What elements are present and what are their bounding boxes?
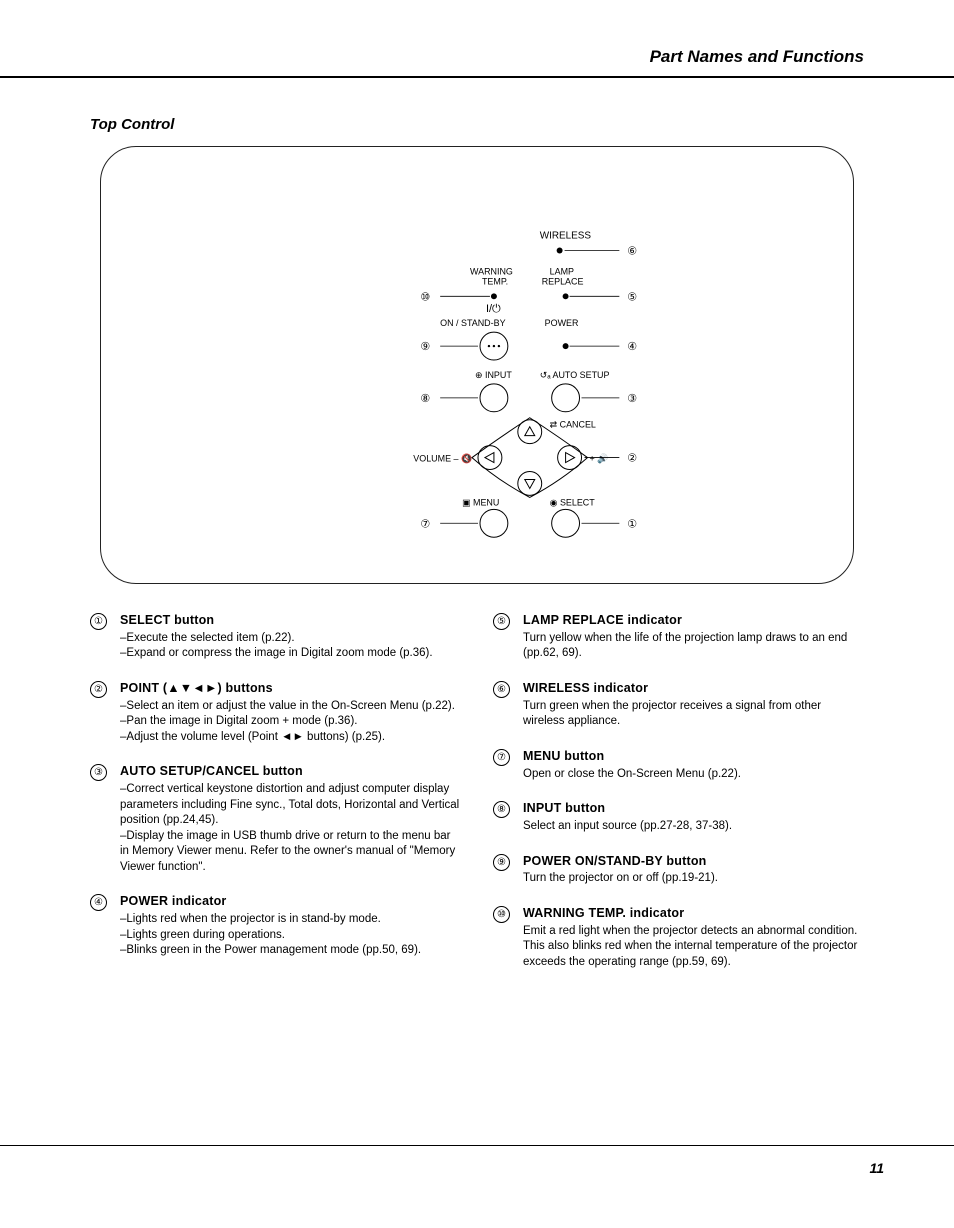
- btn-select: [552, 509, 580, 537]
- svg-text:②: ②: [627, 453, 637, 465]
- label-select: ◉ SELECT: [550, 497, 596, 507]
- bullet-1: ①: [90, 613, 107, 630]
- svg-text:①: ①: [627, 518, 637, 530]
- title-3: AUTO SETUP/CANCEL button: [120, 763, 461, 780]
- title-5: LAMP REPLACE indicator: [523, 612, 864, 629]
- arrow-up-icon: [525, 427, 535, 436]
- svg-text:⑦: ⑦: [420, 518, 430, 530]
- btn-input: [480, 384, 508, 412]
- title-4: POWER indicator: [120, 893, 461, 910]
- header-band: Part Names and Functions: [0, 38, 954, 78]
- title-9: POWER ON/STAND-BY button: [523, 853, 864, 870]
- item-8: ⑧ INPUT button Select an input source (p…: [493, 800, 864, 834]
- label-cancel: ⇄ CANCEL: [550, 420, 596, 430]
- item-4: ④ POWER indicator –Lights red when the p…: [90, 893, 461, 958]
- desc-3: –Correct vertical keystone distortion an…: [120, 782, 461, 875]
- btn-autosetup: [552, 384, 580, 412]
- bullet-8: ⑧: [493, 801, 510, 818]
- desc-5: Turn yellow when the life of the project…: [523, 631, 864, 662]
- svg-text:④: ④: [627, 341, 637, 353]
- item-6: ⑥ WIRELESS indicator Turn green when the…: [493, 680, 864, 730]
- desc-10: Emit a red light when the projector dete…: [523, 924, 864, 971]
- svg-text:⑩: ⑩: [420, 291, 430, 303]
- dot-wireless: [557, 248, 563, 254]
- label-warning: WARNING: [470, 266, 513, 276]
- label-onstandby: ON / STAND-BY: [440, 318, 505, 328]
- svg-text:⑨: ⑨: [420, 341, 430, 353]
- bullet-2: ②: [90, 681, 107, 698]
- description-columns: ① SELECT button –Execute the selected it…: [90, 612, 864, 988]
- page-number: 11: [869, 1159, 884, 1178]
- label-power: POWER: [545, 318, 579, 328]
- item-9: ⑨ POWER ON/STAND-BY button Turn the proj…: [493, 853, 864, 887]
- svg-text:I/⏻: I/⏻: [486, 303, 501, 315]
- btn-menu: [480, 509, 508, 537]
- label-lamp: LAMP: [550, 266, 574, 276]
- diagram-svg: WIRELESS WARNING TEMP. LAMP REPLACE I/⏻ …: [101, 147, 853, 583]
- item-3: ③ AUTO SETUP/CANCEL button –Correct vert…: [90, 763, 461, 875]
- desc-4: –Lights red when the projector is in sta…: [120, 912, 461, 959]
- section-title: Top Control: [90, 115, 174, 135]
- header-category: Part Names and Functions: [650, 46, 864, 69]
- callout-lines: [440, 251, 619, 524]
- dot-power: [563, 343, 569, 349]
- title-6: WIRELESS indicator: [523, 680, 864, 697]
- desc-6: Turn green when the projector receives a…: [523, 699, 864, 730]
- bullet-3: ③: [90, 764, 107, 781]
- bullet-5: ⑤: [493, 613, 510, 630]
- desc-2: –Select an item or adjust the value in t…: [120, 699, 461, 746]
- left-column: ① SELECT button –Execute the selected it…: [90, 612, 461, 988]
- title-10: WARNING TEMP. indicator: [523, 905, 864, 922]
- item-5: ⑤ LAMP REPLACE indicator Turn yellow whe…: [493, 612, 864, 662]
- dot-lamp: [563, 293, 569, 299]
- svg-text:③: ③: [627, 393, 637, 405]
- item-2: ② POINT (▲▼◄►) buttons –Select an item o…: [90, 680, 461, 745]
- footer-rule: [0, 1145, 954, 1146]
- label-input: ⊕ INPUT: [475, 370, 512, 380]
- arrow-right-icon: [566, 453, 575, 463]
- svg-text:⑥: ⑥: [627, 246, 637, 258]
- arrow-down-icon: [525, 479, 535, 488]
- svg-text:⑤: ⑤: [627, 291, 637, 303]
- svg-text:TEMP.: TEMP.: [482, 276, 508, 286]
- desc-7: Open or close the On-Screen Menu (p.22).: [523, 767, 864, 783]
- page: Part Names and Functions Top Control WIR…: [0, 0, 954, 1228]
- bullet-6: ⑥: [493, 681, 510, 698]
- right-column: ⑤ LAMP REPLACE indicator Turn yellow whe…: [493, 612, 864, 988]
- title-1: SELECT button: [120, 612, 461, 629]
- bullet-9: ⑨: [493, 854, 510, 871]
- desc-8: Select an input source (pp.27-28, 37-38)…: [523, 819, 864, 835]
- label-volume-plus: + 🔊: [589, 453, 608, 465]
- desc-9: Turn the projector on or off (pp.19-21).: [523, 871, 864, 887]
- label-autosetup: ↺ₐ AUTO SETUP: [540, 370, 610, 380]
- item-7: ⑦ MENU button Open or close the On-Scree…: [493, 748, 864, 782]
- desc-1: –Execute the selected item (p.22).–Expan…: [120, 631, 461, 662]
- title-7: MENU button: [523, 748, 864, 765]
- bullet-7: ⑦: [493, 749, 510, 766]
- arrow-left-icon: [485, 453, 494, 463]
- control-panel-diagram: WIRELESS WARNING TEMP. LAMP REPLACE I/⏻ …: [100, 146, 854, 584]
- label-menu: ▣ MENU: [462, 497, 499, 507]
- title-2: POINT (▲▼◄►) buttons: [120, 680, 461, 697]
- bullet-10: ⑩: [493, 906, 510, 923]
- dot-warning: [491, 293, 497, 299]
- svg-text:⑧: ⑧: [420, 393, 430, 405]
- label-wireless: WIRELESS: [540, 231, 592, 242]
- title-8: INPUT button: [523, 800, 864, 817]
- bullet-4: ④: [90, 894, 107, 911]
- svg-text:REPLACE: REPLACE: [542, 276, 584, 286]
- item-10: ⑩ WARNING TEMP. indicator Emit a red lig…: [493, 905, 864, 970]
- item-1: ① SELECT button –Execute the selected it…: [90, 612, 461, 662]
- label-volume-minus: VOLUME – 🔇: [413, 453, 472, 464]
